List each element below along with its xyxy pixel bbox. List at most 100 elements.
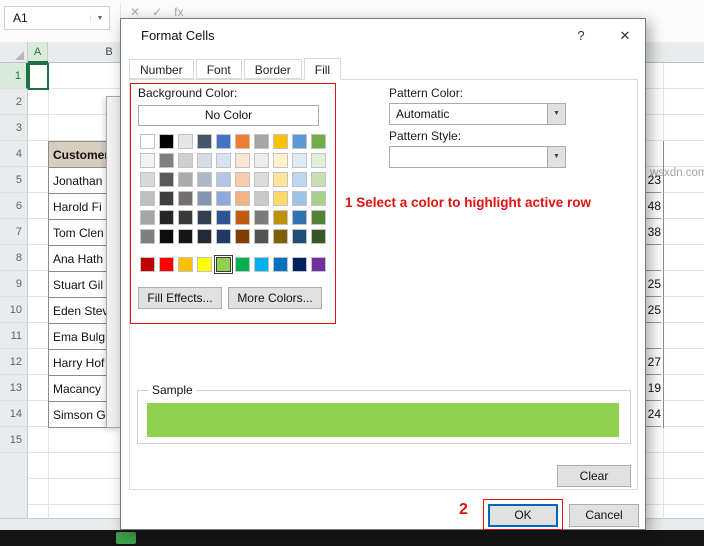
row-header-10[interactable]: 10 [0,297,28,323]
color-swatch[interactable] [197,229,212,244]
row-header-15[interactable]: 15 [0,427,28,453]
color-swatch[interactable] [140,191,155,206]
color-swatch[interactable] [235,134,250,149]
color-swatch[interactable] [311,229,326,244]
row-header-2[interactable]: 2 [0,89,28,115]
color-swatch[interactable] [216,210,231,225]
column-header-a[interactable]: A [28,42,48,63]
color-swatch[interactable] [235,172,250,187]
color-swatch[interactable] [216,191,231,206]
cancel-button[interactable]: Cancel [569,504,639,527]
table-cell-value[interactable]: 25 [644,297,661,323]
color-swatch[interactable] [216,153,231,168]
color-swatch[interactable] [140,134,155,149]
color-swatch-standard[interactable] [292,257,307,272]
row-header-11[interactable]: 11 [0,323,28,349]
row-header-1[interactable]: 1 [0,63,28,89]
active-cell-a1[interactable] [28,63,49,90]
color-swatch[interactable] [178,172,193,187]
row-header-8[interactable]: 8 [0,245,28,271]
table-cell-value[interactable]: 25 [644,271,661,297]
row-header-13[interactable]: 13 [0,375,28,401]
table-cell-value[interactable]: 38 [644,219,661,245]
help-icon[interactable]: ? [569,26,593,46]
table-cell-value[interactable] [644,323,661,349]
color-swatch[interactable] [273,134,288,149]
color-swatch[interactable] [178,210,193,225]
pattern-style-dropdown[interactable]: ▼ [389,146,566,168]
row-header-7[interactable]: 7 [0,219,28,245]
close-icon[interactable]: ✕ [611,26,639,46]
color-swatch[interactable] [273,210,288,225]
color-swatch[interactable] [235,153,250,168]
color-swatch-standard[interactable] [197,257,212,272]
color-swatch[interactable] [216,134,231,149]
color-swatch[interactable] [197,153,212,168]
table-cell-value[interactable]: 48 [644,193,661,219]
color-swatch[interactable] [140,172,155,187]
select-all-corner[interactable] [0,42,28,63]
table-cell-value[interactable]: 19 [644,375,661,401]
cancel-entry-icon[interactable]: ✕ [130,5,140,19]
color-swatch[interactable] [292,153,307,168]
color-swatch-standard-selected[interactable] [214,255,233,274]
ok-button[interactable]: OK [488,504,558,527]
tab-number[interactable]: Number [129,59,194,79]
color-swatch[interactable] [292,210,307,225]
color-swatch[interactable] [311,134,326,149]
color-swatch[interactable] [254,210,269,225]
more-colors-button[interactable]: More Colors... [228,287,322,309]
color-swatch[interactable] [273,191,288,206]
chevron-down-icon[interactable]: ▼ [547,104,565,124]
color-swatch[interactable] [197,191,212,206]
tab-border[interactable]: Border [243,59,302,79]
color-swatch[interactable] [254,229,269,244]
name-box-dropdown-icon[interactable]: ▼ [90,14,109,22]
color-swatch[interactable] [159,229,174,244]
color-swatch[interactable] [235,210,250,225]
row-header-9[interactable]: 9 [0,271,28,297]
color-swatch[interactable] [311,191,326,206]
color-swatch[interactable] [159,153,174,168]
clear-button[interactable]: Clear [557,465,631,487]
color-swatch[interactable] [159,210,174,225]
color-swatch[interactable] [292,191,307,206]
color-swatch[interactable] [311,153,326,168]
name-box-value[interactable]: A1 [5,11,90,25]
color-swatch[interactable] [197,172,212,187]
color-swatch[interactable] [178,191,193,206]
color-swatch[interactable] [159,172,174,187]
color-swatch[interactable] [197,134,212,149]
color-swatch[interactable] [235,229,250,244]
color-swatch[interactable] [178,229,193,244]
row-header-5[interactable]: 5 [0,167,28,193]
row-header-3[interactable]: 3 [0,115,28,141]
enter-entry-icon[interactable]: ✓ [152,5,162,19]
table-cell-value[interactable] [644,245,661,271]
color-swatch[interactable] [140,210,155,225]
color-swatch[interactable] [197,210,212,225]
color-swatch[interactable] [216,229,231,244]
color-swatch[interactable] [235,191,250,206]
color-swatch[interactable] [178,134,193,149]
color-swatch-standard[interactable] [159,257,174,272]
chevron-down-icon[interactable]: ▼ [547,147,565,167]
no-color-button[interactable]: No Color [138,105,319,126]
row-header-14[interactable]: 14 [0,401,28,427]
color-swatch-standard[interactable] [254,257,269,272]
color-swatch-standard[interactable] [140,257,155,272]
color-swatch[interactable] [254,134,269,149]
color-swatch[interactable] [159,191,174,206]
table-cell-value[interactable]: 27 [644,349,661,375]
pattern-color-dropdown[interactable]: Automatic ▼ [389,103,566,125]
fill-effects-button[interactable]: Fill Effects... [138,287,222,309]
color-swatch[interactable] [159,134,174,149]
pattern-color-value[interactable]: Automatic [390,104,547,124]
tab-font[interactable]: Font [195,59,242,79]
color-swatch[interactable] [254,153,269,168]
color-swatch[interactable] [273,153,288,168]
color-swatch-standard[interactable] [178,257,193,272]
color-swatch[interactable] [311,172,326,187]
color-swatch-standard[interactable] [273,257,288,272]
color-swatch-standard[interactable] [235,257,250,272]
